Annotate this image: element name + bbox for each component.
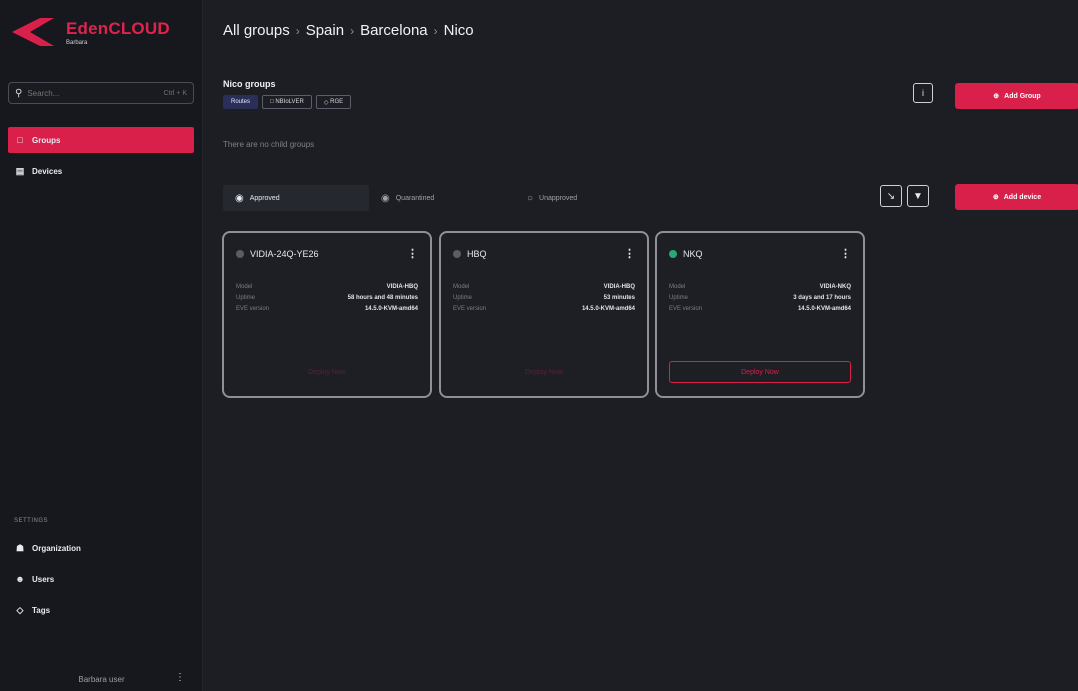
search-box[interactable]: ⚲ Ctrl + K <box>8 82 194 104</box>
folder-icon: □ <box>17 135 23 145</box>
users-icon: ☻ <box>15 574 25 584</box>
device-card[interactable]: HBQ ⋮ Model VIDIA-HBQ Uptime 53 minutes EV… <box>439 231 649 398</box>
deploy-button[interactable]: Deploy Now <box>669 361 851 383</box>
add-group-button[interactable]: ⊕ Add Group <box>955 83 1078 109</box>
plus-circle-icon: ⊕ <box>993 93 1000 100</box>
tag-pill-label: RGE <box>330 99 344 105</box>
device-card[interactable]: VIDIA-24Q-YE26 ⋮ Model VIDIA-HBQ Uptime 58… <box>222 231 432 398</box>
user-footer[interactable]: Barbara user ⋮ <box>0 668 203 691</box>
group-title: Nico groups <box>223 79 276 89</box>
device-card[interactable]: NKQ ⋮ Model VIDIA-NKQ Uptime 3 days and 17… <box>655 231 865 398</box>
sidebar-item-tags[interactable]: ◇ Tags <box>8 597 194 623</box>
sidebar-item-devices[interactable]: ▤ Devices <box>8 158 194 184</box>
add-device-button[interactable]: ⊕ Add device <box>955 184 1078 210</box>
cursor-icon: ↘ <box>886 190 896 202</box>
sidebar: EdenCLOUD Barbara ⚲ Ctrl + K □ Groups ▤ … <box>0 0 203 691</box>
uptime-value: 53 minutes <box>603 294 635 301</box>
eve-value: 14.5.0-KVM-amd64 <box>797 305 851 312</box>
add-group-label: Add Group <box>1004 92 1041 100</box>
tab-label: Unapproved <box>539 194 578 202</box>
organization-icon: ☗ <box>15 542 25 553</box>
sidebar-item-users[interactable]: ☻ Users <box>8 566 194 592</box>
tag-pill[interactable]: Routes <box>223 95 259 109</box>
info-button[interactable]: i <box>913 83 933 103</box>
eve-label: EVE version <box>453 305 487 312</box>
plus-circle-icon: ⊕ <box>992 194 999 201</box>
sidebar-item-label: Groups <box>32 135 61 145</box>
brand-subtitle: Barbara <box>66 39 88 46</box>
breadcrumb-item[interactable]: Spain <box>306 22 344 39</box>
device-tabs: ◉ Approved ◉ Quarantined ○ Unapproved <box>223 185 661 211</box>
chevron-right-icon: › <box>295 23 300 38</box>
sidebar-item-label: Users <box>32 574 55 584</box>
status-dot <box>453 249 461 258</box>
quarantine-icon: ◉ <box>381 192 390 204</box>
breadcrumb: All groups › Spain › Barcelona › Nico <box>223 22 474 39</box>
chevron-right-icon: › <box>433 23 438 38</box>
uptime-label: Uptime <box>236 294 256 301</box>
sidebar-item-groups[interactable]: □ Groups <box>8 127 194 153</box>
deploy-button: Deploy Now <box>525 368 563 376</box>
settings-section-title: SETTINGS <box>14 518 49 524</box>
device-name: VIDIA-24Q-YE26 <box>250 248 319 259</box>
eve-label: EVE version <box>236 305 270 312</box>
model-label: Model <box>236 283 253 290</box>
more-vertical-icon[interactable]: ⋮ <box>840 247 851 260</box>
tag-pill-label: NBIoLVER <box>275 99 304 105</box>
eve-label: EVE version <box>669 305 703 312</box>
sidebar-item-label: Tags <box>32 605 51 615</box>
sidebar-item-label: Organization <box>32 543 81 553</box>
devices-icon: ▤ <box>15 165 25 176</box>
more-vertical-icon[interactable]: ⋮ <box>407 247 418 260</box>
breadcrumb-item[interactable]: Barcelona <box>360 22 428 39</box>
tab-label: Approved <box>249 194 280 202</box>
status-dot <box>236 249 244 258</box>
user-name: Barbara user <box>78 675 125 684</box>
device-name: NKQ <box>683 248 703 259</box>
uptime-value: 3 days and 17 hours <box>793 294 851 301</box>
model-value: VIDIA-HBQ <box>603 283 635 290</box>
sidebar-item-label: Devices <box>32 166 63 176</box>
model-value: VIDIA-NKQ <box>819 283 851 290</box>
filter-button[interactable]: ▼ <box>907 185 929 207</box>
tag-pill[interactable]: ◇ RGE <box>315 95 352 109</box>
model-value: VIDIA-HBQ <box>386 283 418 290</box>
tab-quarantined[interactable]: ◉ Quarantined <box>369 185 515 211</box>
search-icon: ⚲ <box>15 87 23 99</box>
check-circle-icon: ◉ <box>235 192 244 204</box>
add-device-label: Add device <box>1003 193 1042 201</box>
uptime-label: Uptime <box>669 294 689 301</box>
breadcrumb-item[interactable]: All groups <box>223 22 290 39</box>
circle-icon: ○ <box>527 192 534 204</box>
chevron-right-icon: › <box>350 23 355 38</box>
select-button[interactable]: ↘ <box>880 185 902 207</box>
tab-unapproved[interactable]: ○ Unapproved <box>515 185 661 211</box>
filter-icon: ▼ <box>913 190 923 202</box>
sidebar-item-organization[interactable]: ☗ Organization <box>8 535 194 561</box>
model-label: Model <box>453 283 470 290</box>
tag-pill[interactable]: □ NBIoLVER <box>262 95 312 109</box>
search-input[interactable] <box>27 88 148 98</box>
model-label: Model <box>669 283 686 290</box>
brand-name: EdenCLOUD <box>66 18 170 38</box>
tab-label: Quarantined <box>395 194 435 202</box>
tag-icon: ◇ <box>16 604 24 615</box>
uptime-value: 58 hours and 48 minutes <box>347 294 418 301</box>
empty-groups-message: There are no child groups <box>223 140 315 149</box>
deploy-button: Deploy Now <box>308 368 346 376</box>
more-vertical-icon[interactable]: ⋮ <box>175 672 185 683</box>
tab-approved[interactable]: ◉ Approved <box>223 185 369 211</box>
status-dot <box>669 249 677 258</box>
eve-value: 14.5.0-KVM-amd64 <box>581 305 635 312</box>
device-name: HBQ <box>467 248 487 259</box>
uptime-label: Uptime <box>453 294 473 301</box>
eve-value: 14.5.0-KVM-amd64 <box>364 305 418 312</box>
breadcrumb-item-current: Nico <box>443 22 474 39</box>
group-tags: Routes □ NBIoLVER ◇ RGE <box>223 95 352 109</box>
more-vertical-icon[interactable]: ⋮ <box>624 247 635 260</box>
search-shortcut: Ctrl + K <box>163 89 187 97</box>
brand-logo[interactable]: EdenCLOUD Barbara <box>10 12 195 52</box>
logo-mark-icon <box>10 16 56 48</box>
